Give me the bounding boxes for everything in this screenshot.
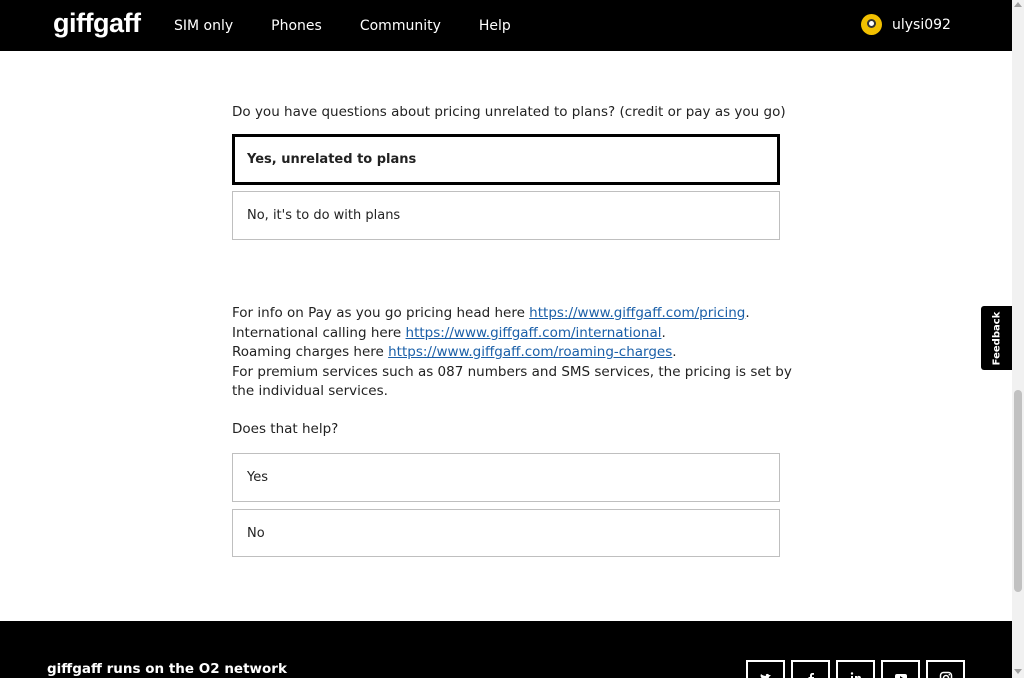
info-line1-text: For info on Pay as you go pricing head h… — [232, 305, 530, 321]
pricing-link[interactable]: https://www.giffgaff.com/pricing — [529, 305, 745, 321]
instagram-icon[interactable] — [926, 660, 965, 678]
main-nav: SIM only Phones Community Help — [174, 0, 549, 51]
option-help-no[interactable]: No — [232, 509, 780, 557]
scroll-thumb[interactable] — [1014, 390, 1022, 592]
nav-sim-only[interactable]: SIM only — [174, 18, 233, 34]
pricing-info: For info on Pay as you go pricing head h… — [232, 304, 792, 402]
nav-help[interactable]: Help — [479, 18, 511, 34]
help-question: Does that help? — [232, 421, 339, 437]
user-menu[interactable]: ulysi092 — [861, 14, 951, 35]
twitter-icon[interactable] — [746, 660, 785, 678]
info-line4-text: For premium services such as 087 numbers… — [232, 363, 792, 400]
avatar-icon — [861, 14, 882, 35]
linkedin-icon[interactable] — [836, 660, 875, 678]
nav-community[interactable]: Community — [360, 18, 441, 34]
roaming-link[interactable]: https://www.giffgaff.com/roaming-charges — [388, 344, 672, 360]
question-text: Do you have questions about pricing unre… — [232, 104, 786, 120]
nav-phones[interactable]: Phones — [271, 18, 322, 34]
giffgaff-logo[interactable]: giffgaff — [53, 8, 141, 39]
top-nav-bar: giffgaff SIM only Phones Community Help … — [0, 0, 1012, 51]
feedback-tab[interactable]: Feedback — [981, 306, 1012, 370]
option-help-yes[interactable]: Yes — [232, 453, 780, 502]
footer: giffgaff runs on the O2 network — [0, 621, 1012, 678]
footer-network-text: giffgaff runs on the O2 network — [47, 661, 287, 677]
username: ulysi092 — [892, 16, 951, 33]
info-line1-end: . — [745, 305, 750, 321]
youtube-icon[interactable] — [881, 660, 920, 678]
info-line3-end: . — [672, 344, 677, 360]
page-scrollbar[interactable] — [1012, 0, 1024, 678]
international-link[interactable]: https://www.giffgaff.com/international — [406, 325, 662, 341]
facebook-icon[interactable] — [791, 660, 830, 678]
option-yes-unrelated[interactable]: Yes, unrelated to plans — [232, 134, 780, 185]
scroll-down-arrow-icon[interactable] — [1014, 669, 1022, 674]
scroll-up-arrow-icon[interactable] — [1014, 2, 1022, 7]
option-no-plans[interactable]: No, it's to do with plans — [232, 191, 780, 240]
info-line2-text: International calling here — [232, 324, 406, 341]
feedback-label: Feedback — [991, 311, 1003, 365]
info-line2-end: . — [661, 324, 666, 341]
info-line3-text: Roaming charges here — [232, 344, 389, 360]
